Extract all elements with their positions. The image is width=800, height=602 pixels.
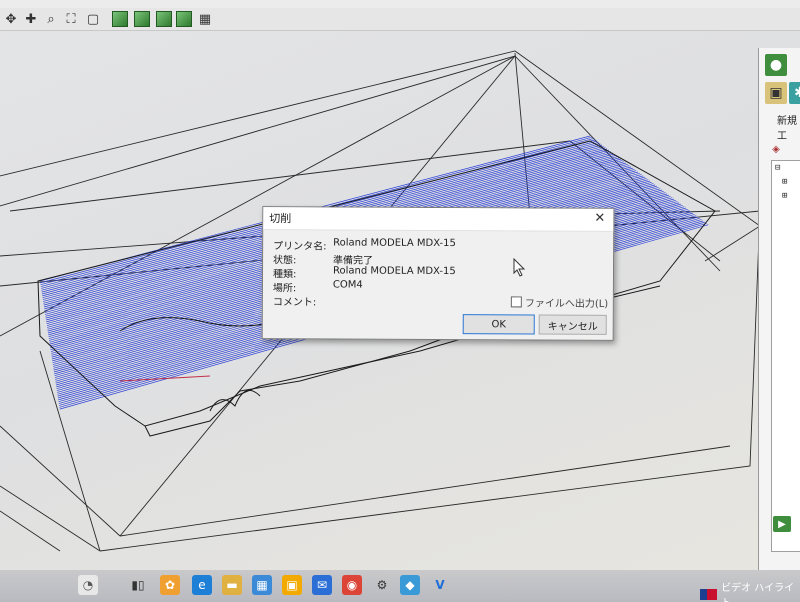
settings-icon[interactable]: ⚙: [372, 575, 392, 595]
cube-icon[interactable]: [112, 11, 128, 27]
dialog-title: 切削: [269, 212, 292, 226]
printer-name-label: プリンタ名:: [273, 241, 327, 253]
new-process-label: 新規工: [777, 116, 797, 142]
checkbox-box[interactable]: [510, 296, 522, 308]
edge-icon[interactable]: e: [192, 575, 212, 595]
move-icon[interactable]: ✥: [2, 10, 20, 28]
status-value: 準備完了: [333, 255, 374, 267]
toolbar: ✥ ✚ ⌕ ⛶ ▢ ▦: [0, 8, 800, 31]
tree-expand-icon[interactable]: ⊞: [782, 177, 787, 187]
layers-icon[interactable]: ◈: [769, 142, 783, 156]
widget-icon[interactable]: ✿: [160, 575, 180, 595]
taskbar: ◔ ▮▯ ✿ e ▬ ▦ ▣ ✉ ◉ ⚙ ◆ V ビデオ ハイライト: [0, 570, 800, 602]
tool-icon[interactable]: ✱: [789, 82, 800, 104]
ok-button[interactable]: OK: [462, 314, 535, 335]
app-icon[interactable]: ▣: [282, 575, 302, 595]
news-text: ビデオ ハイライト: [721, 583, 795, 602]
news-widget[interactable]: ビデオ ハイライト: [700, 579, 800, 602]
box-icon[interactable]: ▣: [765, 82, 787, 104]
process-tree[interactable]: ⊟ ⊞ ⊞: [771, 160, 800, 552]
store-icon[interactable]: ▦: [252, 575, 272, 595]
comment-label: コメント:: [272, 297, 317, 309]
grid-icon[interactable]: ▦: [196, 10, 214, 28]
owl-icon[interactable]: ◔: [78, 575, 98, 595]
status-label: 状態:: [273, 255, 297, 267]
location-label: 場所:: [272, 283, 297, 295]
dialog-titlebar: 切削 ✕: [263, 207, 614, 232]
box-icon[interactable]: ▢: [84, 10, 102, 28]
mail-icon[interactable]: ✉: [312, 575, 332, 595]
mlb-logo-icon: [700, 588, 718, 600]
fit-icon[interactable]: ⛶: [62, 10, 80, 28]
close-icon[interactable]: ✕: [594, 211, 605, 226]
type-label: 種類:: [272, 269, 297, 281]
run-icon[interactable]: ▶: [773, 516, 791, 532]
cutting-dialog: 切削 ✕ プリンタ名: Roland MODELA MDX-15 状態: 準備完…: [261, 206, 615, 341]
modela-app-icon[interactable]: ◆: [400, 575, 420, 595]
task-view-icon[interactable]: ▮▯: [128, 575, 148, 595]
print-to-file-label: ファイルへ出力(L): [524, 298, 609, 310]
tree-expand-icon[interactable]: ⊟: [775, 163, 780, 173]
folder-icon[interactable]: ▬: [222, 575, 242, 595]
right-panel: ● ▣ ✱ 新規工 ◈ ⊟ ⊞ ⊞ ▶: [758, 48, 800, 578]
chrome-icon[interactable]: ◉: [342, 575, 362, 595]
cube-icon[interactable]: [156, 11, 172, 27]
user-icon[interactable]: ●: [765, 54, 787, 76]
tree-expand-icon[interactable]: ⊞: [782, 191, 787, 201]
cube-icon[interactable]: [176, 11, 192, 27]
mouse-cursor-icon: [513, 258, 526, 277]
pan-icon[interactable]: ✚: [22, 10, 40, 28]
vpanel-app-icon[interactable]: V: [430, 575, 450, 595]
cancel-button[interactable]: キャンセル: [538, 314, 607, 335]
screen: ✥ ✚ ⌕ ⛶ ▢ ▦ ● ▣ ✱ 新規工 ◈ ⊟ ⊞ ⊞ ▶ 切削 ✕ プリン…: [0, 0, 800, 602]
zoom-icon[interactable]: ⌕: [42, 10, 60, 28]
location-value: COM4: [332, 279, 363, 291]
print-to-file-checkbox[interactable]: ファイルへ出力(L): [510, 294, 609, 310]
cube-icon[interactable]: [134, 11, 150, 27]
menu-bar: [0, 0, 800, 8]
printer-name-value: Roland MODELA MDX-15: [333, 237, 456, 250]
type-value: Roland MODELA MDX-15: [332, 265, 456, 278]
